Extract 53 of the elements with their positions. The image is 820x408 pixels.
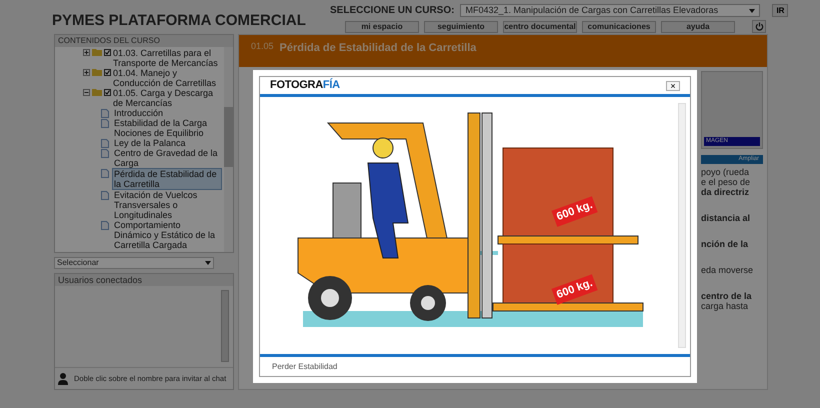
text-fragment: carga hasta — [701, 301, 750, 311]
user-silhouette-icon — [58, 372, 68, 385]
tree-item[interactable]: Evitación de Vuelcos Transversales o Longitudinales — [112, 190, 222, 220]
dropdown-caret-icon — [205, 261, 211, 265]
document-icon — [101, 169, 109, 178]
tree-folder-item[interactable]: 01.04. Manejo y Conducción de Carretillas — [113, 68, 222, 88]
select-field[interactable]: Seleccionar — [54, 257, 214, 269]
text-fragment: eda moverse — [701, 265, 754, 275]
text-fragment: nción de la — [701, 239, 750, 249]
text-fragment: centro de la — [701, 291, 753, 301]
nav-button[interactable]: centro documental — [503, 20, 577, 32]
checkbox[interactable] — [104, 49, 111, 56]
course-select[interactable]: MF0432_1. Manipulación de Cargas con Carretillas Elevadoras — [460, 4, 760, 17]
nav-button[interactable]: comunicaciones — [582, 20, 656, 32]
power-icon — [754, 22, 764, 31]
app-title: PYMES PLATAFORMA COMERCIAL — [51, 11, 307, 31]
scrollbar[interactable] — [221, 290, 229, 362]
tree-item[interactable]: Pérdida de Estabilidad de la Carretilla — [112, 168, 222, 190]
modal-caption: Perder Estabilidad — [272, 360, 338, 372]
panel-title: CONTENIDOS DEL CURSO — [55, 35, 233, 47]
tree-item[interactable]: Estabilidad de la Carga Nociones de Equilibrio — [112, 118, 222, 138]
panel-title: Usuarios conectados — [55, 274, 233, 286]
expander-icon[interactable] — [83, 89, 90, 96]
checkbox[interactable] — [104, 69, 111, 76]
nav-button[interactable]: ayuda — [661, 20, 735, 32]
expander-icon[interactable] — [83, 69, 90, 76]
power-button[interactable] — [752, 20, 766, 33]
tree-item[interactable]: Centro de Gravedad de la Carga — [112, 148, 222, 168]
scrollbar[interactable] — [224, 47, 233, 252]
document-icon — [101, 191, 109, 200]
go-button[interactable]: IR — [772, 4, 788, 17]
dropdown-caret-icon — [749, 8, 756, 12]
tree-item[interactable]: Comportamiento Dinámico y Estático de la Carretilla Cargada — [112, 220, 222, 250]
modal-title: FOTOGRAFÍA — [270, 77, 340, 94]
text-fragment: e el peso de — [701, 177, 752, 187]
text-fragment: da directriz — [701, 187, 750, 197]
tree-item[interactable]: Ley de la Palanca — [112, 138, 188, 148]
folder-icon — [92, 88, 102, 96]
nav-button[interactable]: mi espacio — [345, 20, 419, 32]
document-icon — [101, 221, 109, 230]
text-fragment: poyo (rueda — [701, 167, 750, 177]
tree-folder-item[interactable]: 01.05. Carga y Descarga de Mercancías — [113, 88, 222, 108]
text-fragment: distancia al — [701, 213, 752, 223]
tree-item[interactable]: Introducción — [112, 108, 166, 118]
lesson-title: Pérdida de Estabilidad de la Carretilla — [280, 41, 476, 56]
tree-folder-item[interactable]: 01.03. Carretillas para el Transporte de Mercancías — [113, 48, 222, 68]
checkbox[interactable] — [104, 89, 111, 96]
expander-icon[interactable] — [83, 49, 90, 56]
nav-button[interactable]: seguimiento — [424, 20, 498, 32]
lesson-number: 01.05 — [251, 40, 274, 53]
course-label: SELECCIONE UN CURSO: — [330, 4, 454, 18]
close-button[interactable]: × — [666, 80, 680, 90]
folder-icon — [92, 68, 102, 76]
